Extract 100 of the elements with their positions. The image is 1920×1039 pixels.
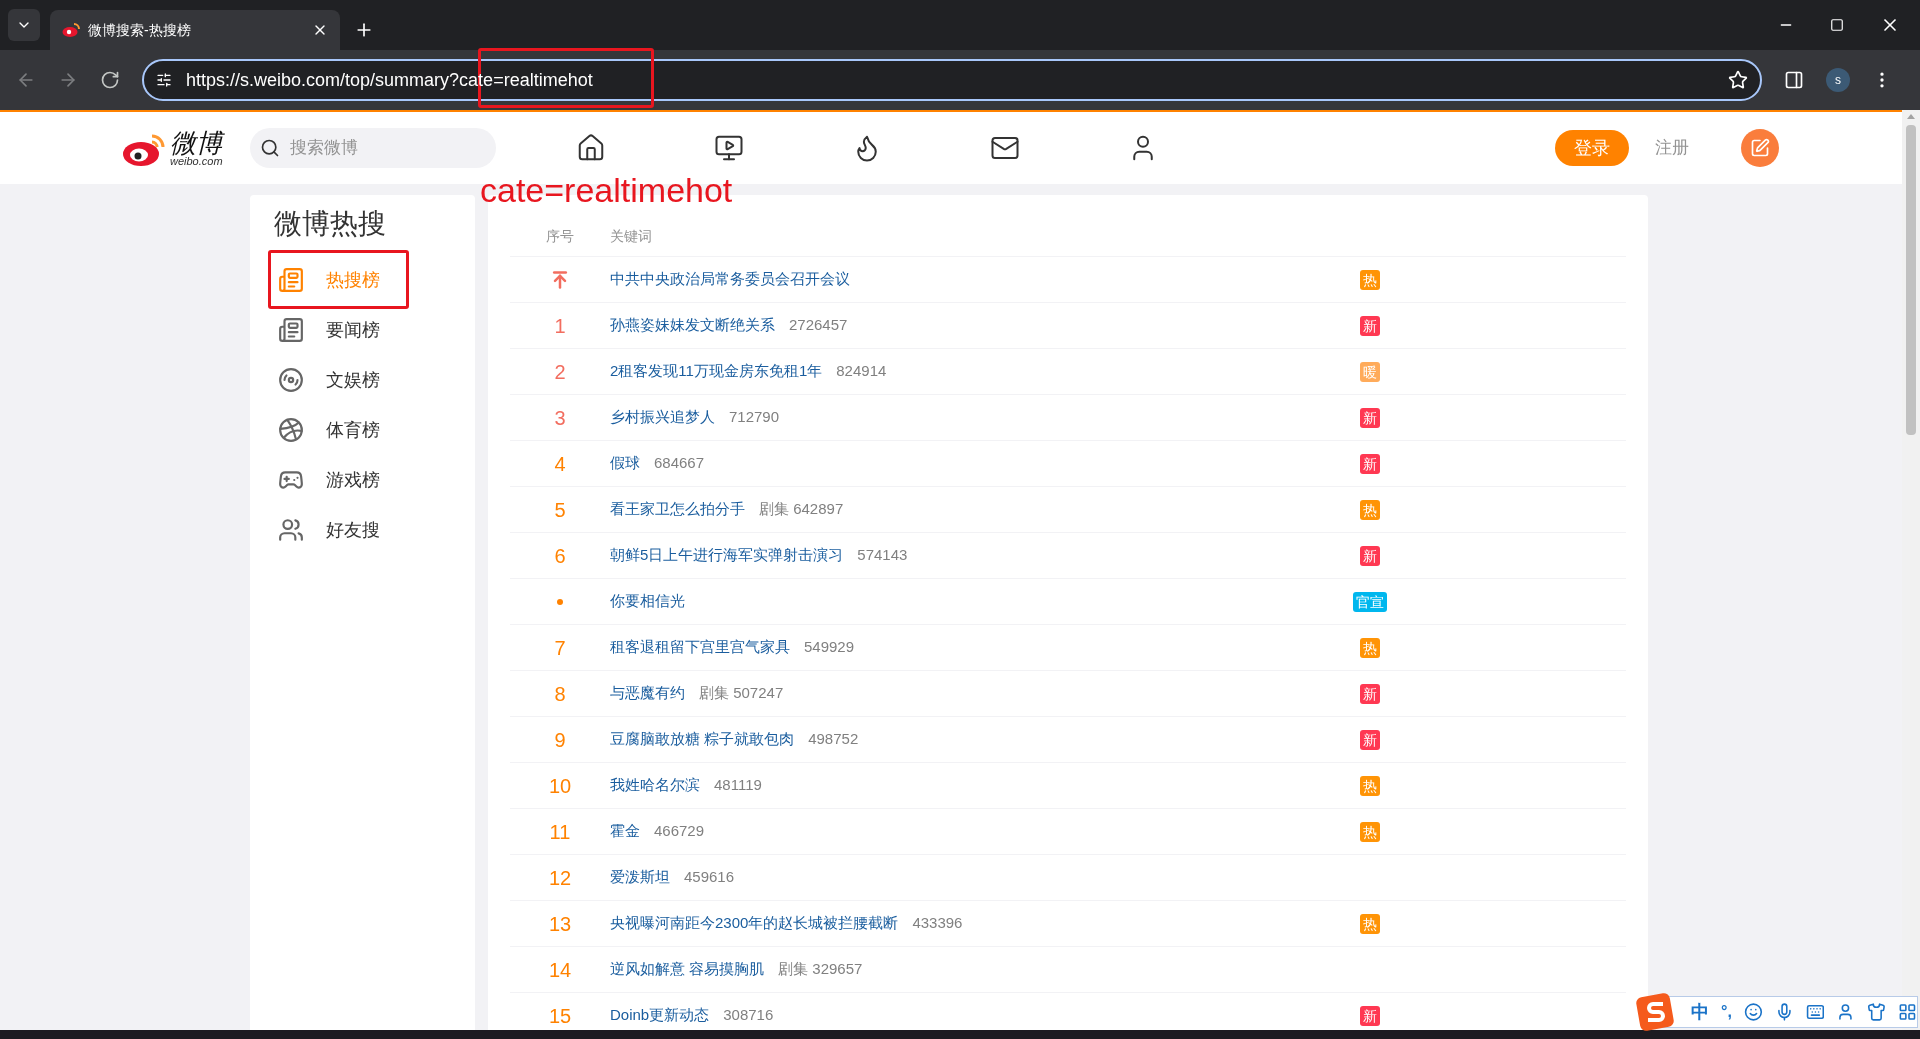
ime-language[interactable]: 中 xyxy=(1691,998,1709,1026)
tag-badge: 官宣 xyxy=(1353,591,1387,612)
keyword-link[interactable]: 我姓哈名尔滨 xyxy=(610,774,700,797)
sidebar-item[interactable]: 体育榜 xyxy=(274,405,475,455)
tag-badge: 热 xyxy=(1360,913,1380,934)
sidebar-item[interactable]: 游戏榜 xyxy=(274,455,475,505)
annotation-label: cate=realtimehot xyxy=(480,170,733,211)
heat-count: 498752 xyxy=(808,729,859,750)
keyword-link[interactable]: 租客退租留下宫里宫气家具 xyxy=(610,636,790,659)
tag-badge: 新 xyxy=(1360,453,1380,474)
ime-punctuation[interactable]: °, xyxy=(1721,1000,1732,1024)
tab-title: 微博搜索-热搜榜 xyxy=(88,20,192,40)
list-icon xyxy=(278,267,304,293)
keyword-link[interactable]: 你要相信光 xyxy=(610,590,685,613)
heat-count: 712790 xyxy=(729,407,780,428)
reload-icon[interactable] xyxy=(100,70,120,90)
rank-number: 1 xyxy=(554,313,566,339)
keyword-link[interactable]: 豆腐脑敢放糖 粽子就敢包肉 xyxy=(610,728,795,751)
search-icon xyxy=(260,138,280,158)
rank-number: 9 xyxy=(554,727,566,753)
browser-tab[interactable]: 微博搜索-热搜榜 xyxy=(50,10,340,50)
ball-icon xyxy=(278,417,304,443)
rank-number: 2 xyxy=(554,359,566,385)
keyword-link[interactable]: 与恶魔有约 xyxy=(610,682,685,705)
edit-icon xyxy=(1750,138,1770,158)
bookmark-star-icon[interactable] xyxy=(1728,70,1748,90)
restore-icon[interactable] xyxy=(1830,18,1844,32)
sidebar-item[interactable]: 文娱榜 xyxy=(274,355,475,405)
grid-icon[interactable] xyxy=(1898,1002,1917,1022)
keyword-link[interactable]: 中共中央政治局常务委员会召开会议 xyxy=(610,268,850,291)
logo-subtext: weibo.com xyxy=(170,155,223,167)
rank-number: 8 xyxy=(554,681,566,707)
compose-button[interactable] xyxy=(1741,129,1779,167)
tag-badge: 暖 xyxy=(1360,361,1380,382)
keyword-link[interactable]: 看王家卫怎么拍分手 xyxy=(610,498,745,521)
rank-number: 3 xyxy=(554,405,566,431)
heat-count: 433396 xyxy=(912,913,963,934)
weibo-eye-icon xyxy=(62,22,80,38)
heat-count: 481119 xyxy=(714,775,762,796)
keyword-link[interactable]: 假球 xyxy=(610,452,640,475)
shirt-icon[interactable] xyxy=(1867,1002,1887,1022)
rank-number: 6 xyxy=(554,543,566,569)
rank-number: 14 xyxy=(548,957,572,983)
heat-count: 剧集 507247 xyxy=(699,683,784,704)
heat-count: 574143 xyxy=(857,545,908,566)
rank-number: 13 xyxy=(548,911,572,937)
weibo-logo-icon xyxy=(122,132,166,167)
tag-badge: 热 xyxy=(1360,637,1380,658)
tag-badge: 新 xyxy=(1360,729,1380,750)
tag-badge: 新 xyxy=(1360,315,1380,336)
sidebar-title: 微博热搜 xyxy=(274,207,387,241)
rank-number: 5 xyxy=(554,497,566,523)
logo-text: 微博 xyxy=(170,129,223,156)
keyword-link[interactable]: 朝鲜5日上午进行海军实弹射击演习 xyxy=(610,544,844,567)
tag-badge: 热 xyxy=(1360,821,1380,842)
rank-number: 15 xyxy=(548,1003,572,1029)
tab-list-button[interactable] xyxy=(8,9,40,41)
heat-count: 549929 xyxy=(804,637,855,658)
video-icon[interactable] xyxy=(714,133,744,163)
search-field[interactable]: 搜索微博 xyxy=(250,128,496,168)
rank-number: 12 xyxy=(548,865,572,891)
smiley-icon[interactable] xyxy=(1743,1002,1763,1022)
friends-icon xyxy=(278,517,304,543)
tag-badge: 新 xyxy=(1360,407,1380,428)
column-header: 关键词 xyxy=(610,227,652,246)
sidebar-item[interactable]: 好友搜 xyxy=(274,505,475,555)
column-header: 序号 xyxy=(545,227,575,246)
rank-number: 4 xyxy=(554,451,566,477)
tag-badge: 新 xyxy=(1360,683,1380,704)
side-panel-icon[interactable] xyxy=(1784,70,1804,90)
profile-avatar[interactable]: s xyxy=(1826,68,1850,92)
heat-count: 剧集 642897 xyxy=(759,499,844,520)
rank-number: 10 xyxy=(548,773,572,799)
heat-count: 824914 xyxy=(836,361,887,382)
home-icon[interactable] xyxy=(576,133,606,163)
rank-number: 7 xyxy=(554,635,566,661)
keyword-link[interactable]: 乡村振兴追梦人 xyxy=(610,406,715,429)
site-settings-icon[interactable] xyxy=(156,72,172,88)
keyword-link[interactable]: 央视曝河南距今2300年的赵长城被拦腰截断 xyxy=(610,912,899,935)
heat-count: 2726457 xyxy=(789,315,848,336)
tag-badge: 热 xyxy=(1360,775,1380,796)
tag-badge: 新 xyxy=(1360,1005,1380,1026)
keyboard-icon[interactable] xyxy=(1805,1002,1825,1022)
rank-number: 11 xyxy=(549,819,571,845)
heat-count: 459616 xyxy=(684,867,735,888)
keyword-link[interactable]: 2租客发现11万现金房东免租1年 xyxy=(610,360,823,383)
keyword-link[interactable]: 爱泼斯坦 xyxy=(610,866,670,889)
tag-badge: 热 xyxy=(1360,499,1380,520)
heat-count: 684667 xyxy=(654,453,705,474)
keyword-link[interactable]: Doinb更新动态 xyxy=(610,1004,710,1027)
tag-badge: 新 xyxy=(1360,545,1380,566)
tag-badge: 热 xyxy=(1360,269,1380,290)
heat-count: 剧集 329657 xyxy=(778,959,863,980)
sidebar-item[interactable]: 要闻榜 xyxy=(274,305,475,355)
pin-top-icon xyxy=(550,269,570,290)
heat-count: 308716 xyxy=(723,1005,774,1026)
keyword-link[interactable]: 霍金 xyxy=(610,820,640,843)
keyword-link[interactable]: 孙燕姿妹妹发文断绝关系 xyxy=(610,314,775,337)
heat-count: 466729 xyxy=(654,821,705,842)
keyword-link[interactable]: 逆风如解意 容易摸胸肌 xyxy=(610,958,765,981)
